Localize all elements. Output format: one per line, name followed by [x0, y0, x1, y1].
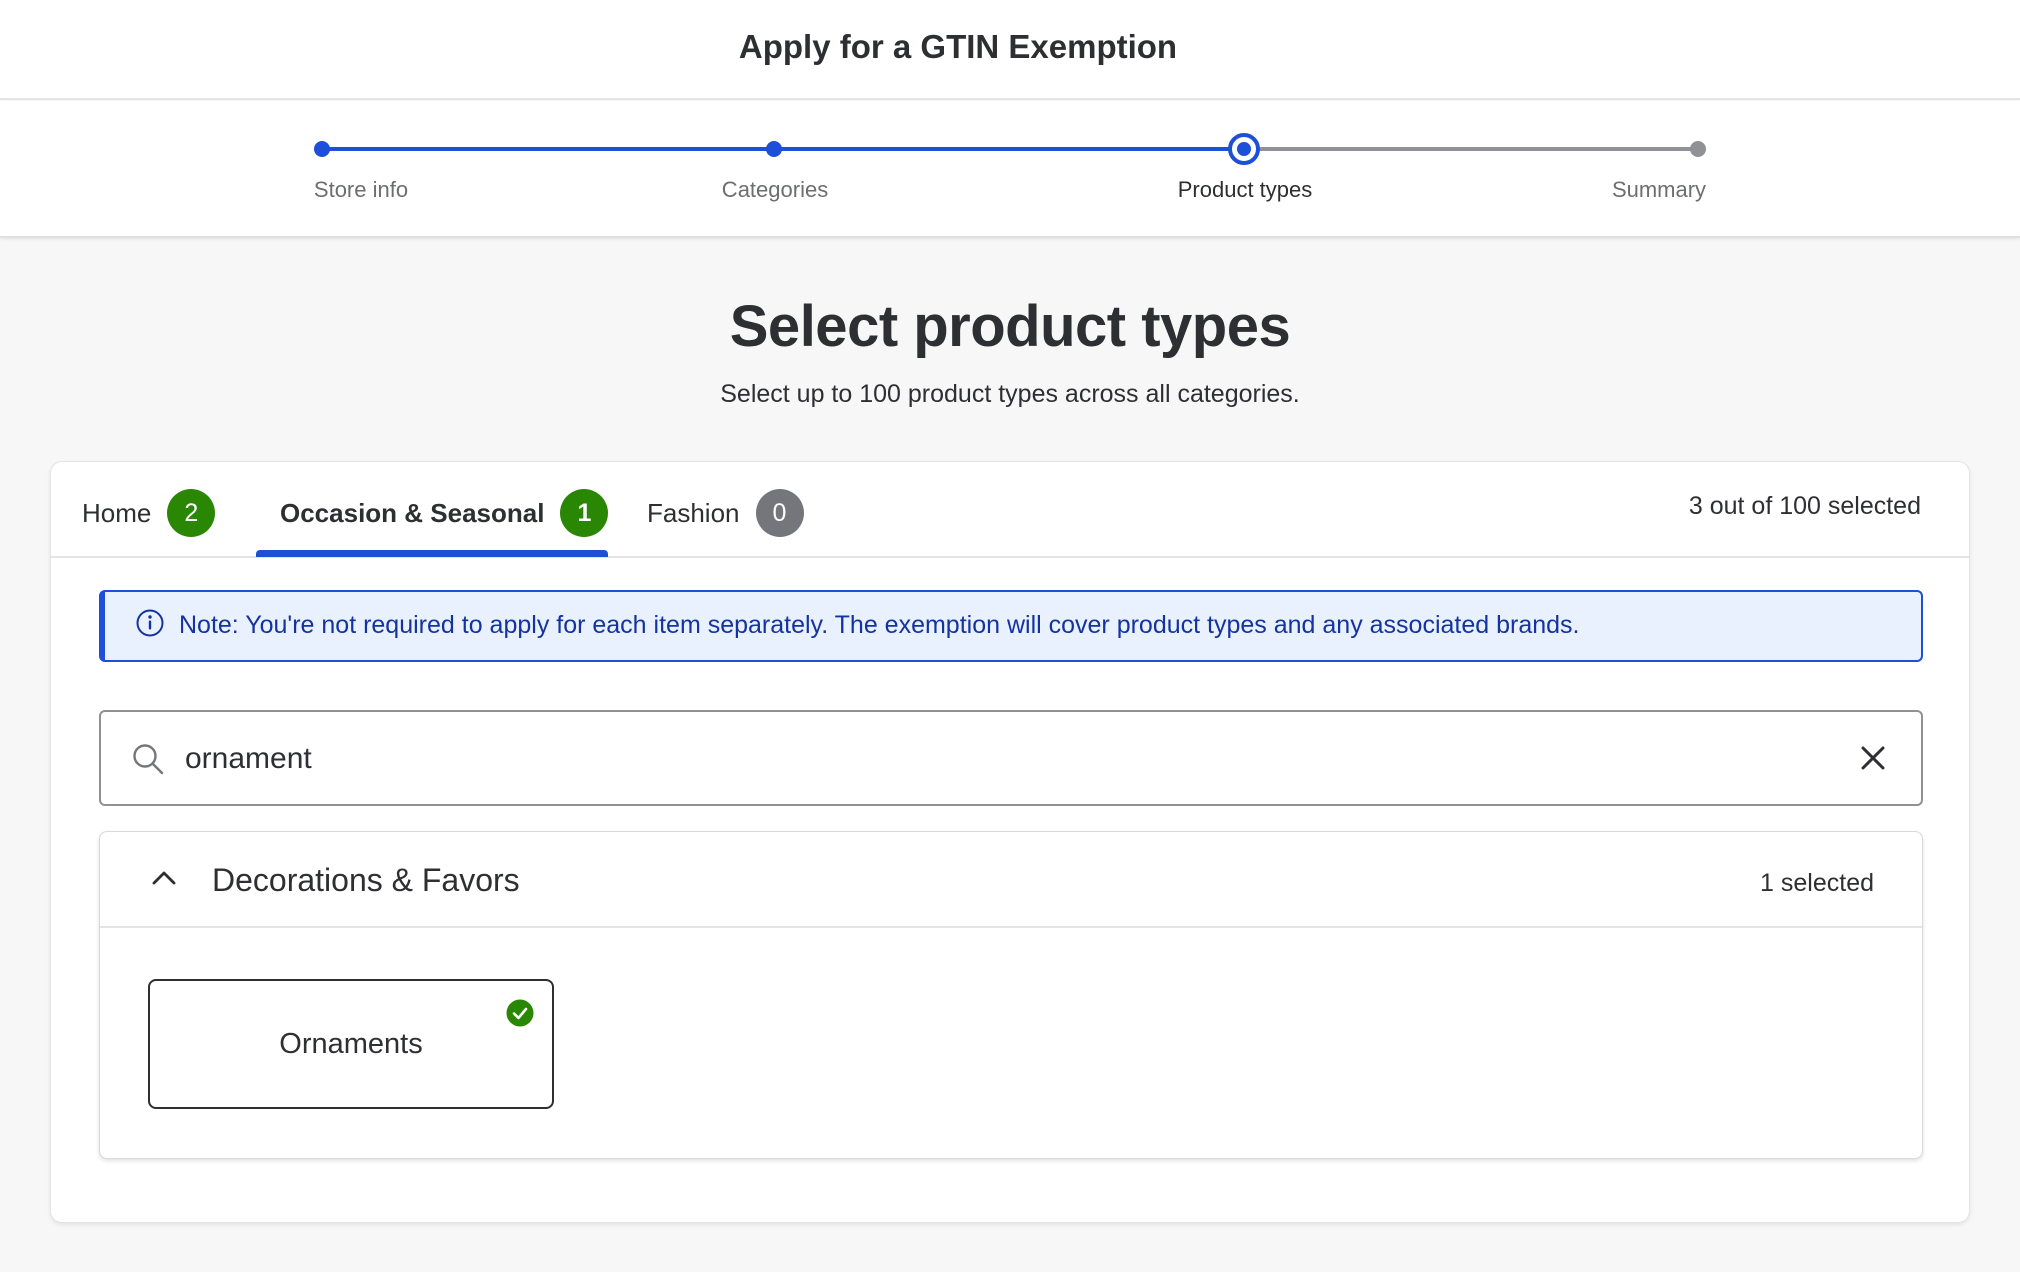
step-dot-store-info — [314, 141, 330, 157]
tab-label: Fashion — [647, 497, 740, 528]
step-label-store-info: Store info — [313, 177, 409, 202]
accordion-title: Decorations & Favors — [212, 862, 520, 898]
info-icon — [136, 609, 164, 637]
product-types-card: Home 2 Occasion & Seasonal 1 Fashion 0 3… — [50, 461, 1970, 1223]
step-label-summary: Summary — [1611, 177, 1707, 202]
tab-count-badge: 1 — [560, 489, 609, 537]
chevron-up-icon — [152, 871, 176, 885]
step-dot-product-types — [1228, 133, 1260, 165]
tab-count-badge: 0 — [755, 489, 804, 537]
step-label-product-types: Product types — [1177, 177, 1313, 202]
step-dot-categories — [766, 141, 782, 157]
page-title: Select product types — [729, 294, 1291, 359]
product-type-label: Ornaments — [279, 1027, 423, 1060]
check-circle-icon — [506, 999, 534, 1027]
product-type-tile[interactable]: Ornaments — [148, 979, 554, 1109]
page-subtitle: Select up to 100 product types across al… — [720, 380, 1300, 408]
category-accordion: Decorations & Favors 1 selected Ornament… — [99, 831, 1923, 1159]
top-header: Apply for a GTIN Exemption — [0, 0, 2020, 100]
progress-stepper — [0, 101, 2020, 238]
stepper-line-pending — [1244, 147, 1698, 151]
info-note-text: Note: You're not required to apply for e… — [179, 611, 1580, 639]
stepper-line-complete — [774, 147, 1244, 151]
page-header-title: Apply for a GTIN Exemption — [738, 28, 1178, 65]
search-input[interactable] — [185, 734, 1785, 784]
tab-count-badge: 2 — [167, 489, 216, 537]
tab-label: Home — [82, 497, 152, 528]
tab-label: Occasion & Seasonal — [280, 497, 545, 528]
tab-home[interactable]: Home 2 — [82, 486, 216, 540]
active-tab-indicator — [256, 550, 608, 557]
accordion-header[interactable]: Decorations & Favors 1 selected — [100, 832, 1922, 928]
accordion-selected-count: 1 selected — [1760, 869, 1874, 897]
search-icon — [133, 744, 164, 775]
tab-occasion-seasonal[interactable]: Occasion & Seasonal 1 — [280, 486, 609, 540]
step-label-categories: Categories — [721, 177, 829, 202]
info-note: Note: You're not required to apply for e… — [99, 590, 1923, 662]
total-selected-count: 3 out of 100 selected — [1688, 492, 1921, 520]
step-dot-summary — [1690, 141, 1706, 157]
search-box — [99, 710, 1923, 806]
category-tabs: Home 2 Occasion & Seasonal 1 Fashion 0 3… — [51, 462, 1969, 558]
stepper-line-complete — [322, 147, 774, 151]
close-icon[interactable] — [1859, 744, 1887, 772]
tab-fashion[interactable]: Fashion 0 — [647, 486, 804, 540]
